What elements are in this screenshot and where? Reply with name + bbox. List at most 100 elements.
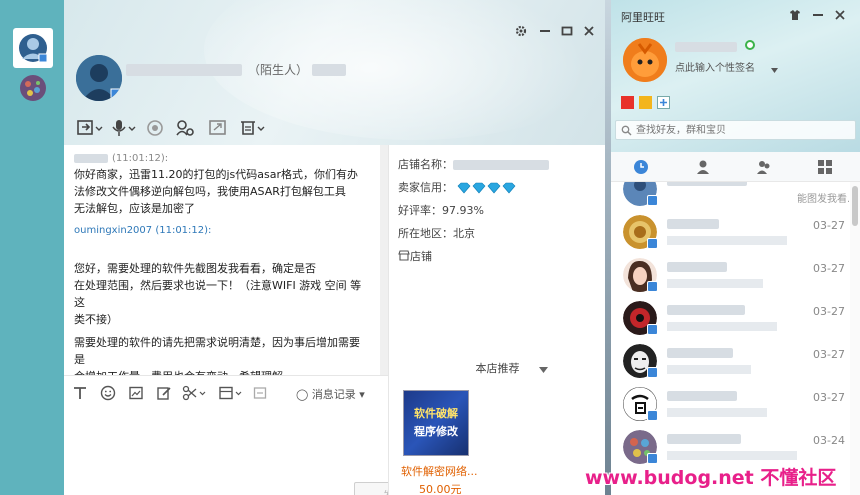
contacts-minimize-button[interactable] [812,9,824,24]
image-button[interactable] [128,385,144,401]
contact-last-message-redacted [667,451,797,460]
contact-list-scrollbar[interactable] [850,182,860,495]
add-plugin-button[interactable] [657,96,670,109]
tab-recent[interactable] [633,159,649,175]
tab-groups[interactable] [756,159,772,175]
gear-icon [515,25,527,37]
minimize-icon [813,14,823,16]
message-text: 你好商家，迅雷11.20的打包的js代码asar格式，你们有办 法修改文件偶移逆… [74,168,359,215]
scissors-icon [182,385,206,401]
contact-row[interactable]: 03-27 [611,297,849,340]
contacts-window: 阿里旺旺 点此输入个性签名 查找好友，群和宝贝 能图发我看. 03-27 03-… [611,0,860,495]
screenshot-share-button[interactable] [208,118,228,138]
contact-row[interactable]: 03-27 [611,211,849,254]
tab-friends[interactable] [695,159,711,175]
screen-share-icon [209,120,226,135]
taobao-plugin-icon[interactable] [621,96,634,109]
maximize-button[interactable] [560,24,574,38]
screenshot-button[interactable] [182,385,208,401]
message-scrollbar[interactable] [380,145,388,375]
product-image[interactable]: 软件破解 程序修改 [403,390,469,456]
contact-relation-tag: （陌生人） [248,63,309,77]
contact-last-message: 能图发我看... [797,194,849,205]
tab-apps[interactable] [817,159,833,175]
settings-button[interactable] [514,24,528,38]
message-history-label: 消息记录 [311,388,356,401]
contact-avatar[interactable] [76,55,122,101]
contact-name-redacted [667,305,745,315]
app-tools-icon [241,121,265,135]
close-icon [584,26,594,36]
close-button[interactable] [582,24,596,38]
contact-date: 03-27 [813,219,845,232]
contact-last-message-redacted [667,279,763,288]
contacts-title: 阿里旺旺 [621,11,665,24]
signature-input[interactable]: 点此输入个性签名 [675,59,755,74]
emoji-button[interactable] [100,385,116,401]
microphone-icon [112,120,136,136]
recommend-collapse-button[interactable] [539,363,548,376]
product-image-line2: 程序修改 [414,425,458,438]
recent-contact-list: 能图发我看... 03-27 03-27 03-27 03-27 03-27 03-24 [611,182,849,495]
file-transfer-button[interactable] [76,118,104,138]
close-icon [835,10,845,20]
window-shake-icon [253,387,267,399]
minimize-icon [540,30,550,32]
session-avatar-icon [20,75,46,101]
contact-client-badge-icon [647,281,658,292]
shake-button[interactable] [252,385,268,401]
store-credit-label: 卖家信用： [398,181,453,194]
session-tab-other[interactable] [13,70,53,110]
quick-phrase-button[interactable] [218,385,244,401]
contact-last-message-redacted [667,322,777,331]
signature-dropdown-button[interactable] [771,63,778,76]
search-input[interactable] [636,123,846,137]
pencil-icon [157,387,171,400]
contact-name-redacted [667,391,737,401]
contact-name-redacted [667,182,747,186]
maximize-icon [561,26,573,36]
remote-assist-button[interactable] [175,118,195,138]
online-status-icon[interactable] [745,40,755,50]
my-avatar[interactable] [623,38,667,82]
image-icon [129,386,143,400]
contact-row[interactable]: 能图发我看... [611,182,849,211]
edit-button[interactable] [156,385,172,401]
voice-button[interactable] [110,118,138,138]
message-item: 您好，需要处理的软件先截图发我看看，确定是否 在处理范围，然后要求也说一下！（注… [74,260,370,328]
message-text: 需要处理的软件的请先把需求说明清楚，因为事后增加需要是 会增加工作量，费用也会有… [74,336,360,375]
contact-row[interactable]: 03-27 [611,340,849,383]
contact-row[interactable]: 03-27 [611,254,849,297]
session-sidebar [0,0,64,495]
contact-client-badge-icon [647,195,658,206]
contact-last-message-redacted [667,408,767,417]
coin-plugin-icon[interactable] [639,96,652,109]
skin-button[interactable] [789,9,801,24]
store-rating: 好评率：97.93% [398,204,484,217]
contact-list-scroll-thumb[interactable] [852,186,858,226]
video-button[interactable] [146,118,164,138]
message-input-area[interactable]: 发送 ▾ [64,409,444,495]
store-credit-row: 卖家信用： [398,176,596,199]
font-button[interactable] [72,385,88,401]
session-tab-current[interactable] [13,28,53,68]
store-link[interactable]: 店铺 [398,245,596,268]
grid-icon [818,160,832,174]
font-icon [74,387,86,399]
minimize-button[interactable] [538,24,552,38]
contact-row[interactable]: 03-27 [611,383,849,426]
search-box [615,120,856,140]
contact-name-redacted [667,262,727,272]
message-list: (11:01:12): 你好商家，迅雷11.20的打包的js代码asar格式，你们… [74,151,370,375]
app-tools-button[interactable] [238,118,266,138]
product-image-line1: 软件破解 [414,407,458,420]
clock-icon [634,160,648,174]
contacts-close-button[interactable] [834,9,846,24]
mascot-avatar-icon [623,38,667,82]
contact-client-badge-icon [647,367,658,378]
shirt-icon [790,10,800,20]
product-name-link[interactable]: 软件解密网络... [401,463,478,479]
message-history-button[interactable]: ◯ 消息记录 ▾ [296,386,365,402]
message-meta: oumingxin2007 (11:01:12): [74,225,212,236]
message-item: (11:01:12): 你好商家，迅雷11.20的打包的js代码asar格式，你们… [74,151,370,217]
